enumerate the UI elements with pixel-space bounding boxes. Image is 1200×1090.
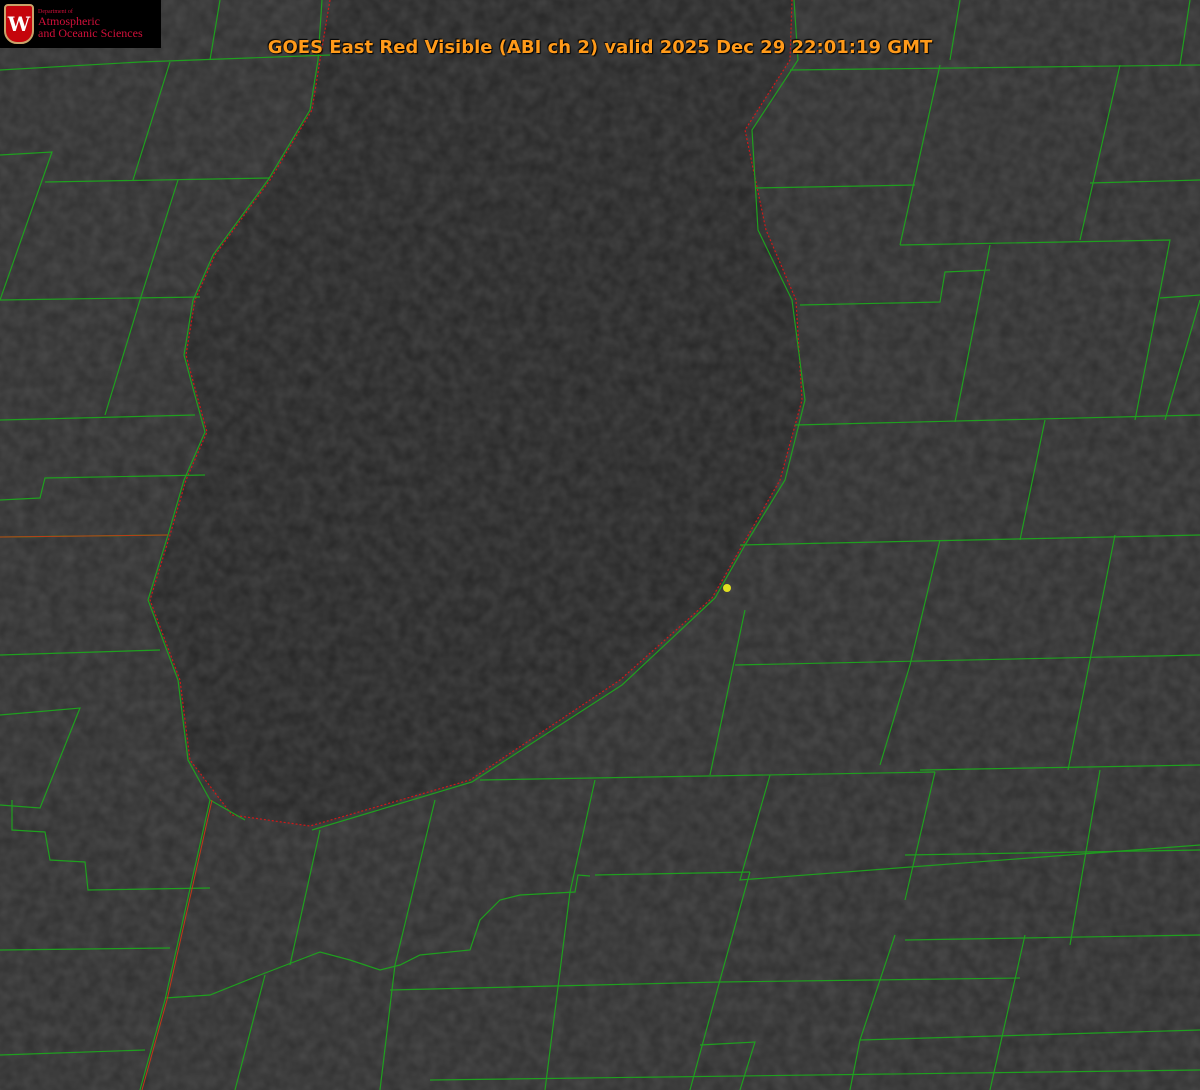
satellite-image: W Department of Atmospheric and Oceanic … [0,0,1200,1090]
cloud-texture [0,0,1200,1090]
image-title: GOES East Red Visible (ABI ch 2) valid 2… [267,37,933,58]
location-marker [723,584,731,592]
map-canvas [0,0,1200,1090]
